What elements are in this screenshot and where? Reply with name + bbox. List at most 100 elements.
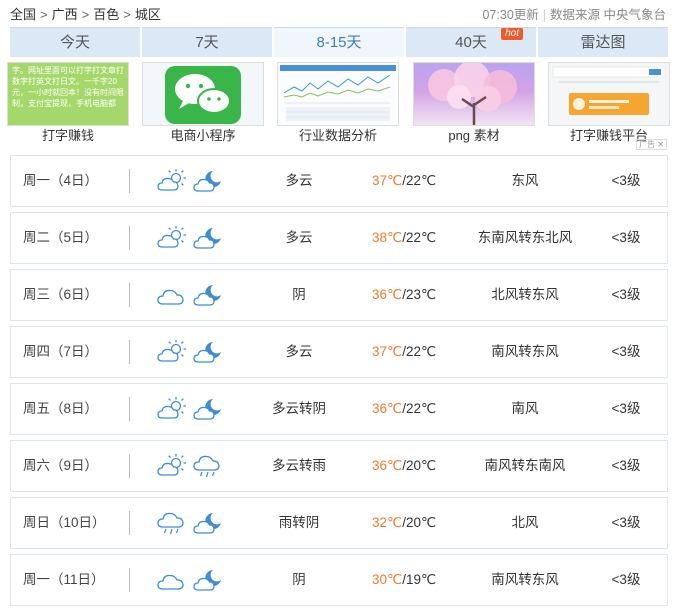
ad-mini-program[interactable]: 电商小程序 xyxy=(142,62,264,146)
temp-high: 36℃ xyxy=(372,401,403,416)
app-screenshot-image xyxy=(548,62,670,126)
wind-level: <3级 xyxy=(611,572,641,587)
row-divider xyxy=(129,226,130,250)
ad-typing-platform[interactable]: 打字赚钱平台 xyxy=(548,62,670,146)
weather-condition: 多云转雨 xyxy=(272,458,326,473)
partly-cloudy-day-icon xyxy=(157,225,187,251)
row-divider xyxy=(129,568,130,592)
ad-industry-data[interactable]: 行业数据分析 xyxy=(277,62,399,146)
wind-level: <3级 xyxy=(611,230,641,245)
temp-high: 36℃ xyxy=(372,458,403,473)
temp-low: /22℃ xyxy=(402,230,437,245)
wind-level: <3级 xyxy=(611,401,641,416)
tab-radar[interactable]: 雷达图 xyxy=(538,27,668,57)
wind-level: <3级 xyxy=(611,515,641,530)
day-label: 周一（11日） xyxy=(23,572,105,587)
wind-direction: 南风 xyxy=(511,401,539,416)
wind-level: <3级 xyxy=(611,287,641,302)
temp-low: /20℃ xyxy=(402,515,437,530)
row-divider xyxy=(129,397,130,421)
forecast-row: 周一（4日） 多云 37℃/22℃ 东风 <3级 xyxy=(10,155,668,207)
temperature-range: 30℃/19℃ xyxy=(372,555,452,605)
weather-condition: 雨转阴 xyxy=(278,515,320,530)
ad-caption: png 素材 xyxy=(448,128,500,143)
ad-strip: 字。网址里面可以打字打文章打数字打英文打日文。一千字20元，一小时就回本！没有时… xyxy=(7,62,670,150)
day-label: 周一（4日） xyxy=(23,173,99,188)
temp-high: 37℃ xyxy=(372,344,403,359)
temp-low: /23℃ xyxy=(402,287,437,302)
cloudy-night-icon xyxy=(193,567,223,593)
temp-low: /22℃ xyxy=(402,401,437,416)
cherry-blossom-image xyxy=(413,62,535,126)
tab-7-days[interactable]: 7天 xyxy=(142,27,272,57)
hot-badge: hot xyxy=(501,28,523,40)
cloudy-night-icon xyxy=(193,282,223,308)
row-divider xyxy=(129,511,130,535)
breadcrumb-separator: > xyxy=(40,7,48,22)
temp-low: /20℃ xyxy=(402,458,437,473)
rain-icon xyxy=(193,453,223,479)
line-chart-thumbnail xyxy=(277,62,399,126)
wind-direction: 北风转东风 xyxy=(491,287,559,302)
breadcrumb-country[interactable]: 全国 xyxy=(10,4,36,23)
tab-40-days[interactable]: 40天 hot xyxy=(406,27,536,57)
breadcrumb-separator: > xyxy=(123,7,131,22)
partly-cloudy-day-icon xyxy=(157,339,187,365)
forecast-row: 周三（6日） 阴 36℃/23℃ 北风转东风 <3级 xyxy=(10,269,668,321)
row-divider xyxy=(129,340,130,364)
day-label: 周五（8日） xyxy=(23,401,99,416)
temperature-range: 38℃/22℃ xyxy=(372,213,452,263)
wind-direction: 南风转东南风 xyxy=(484,458,566,473)
temperature-range: 36℃/23℃ xyxy=(372,270,452,320)
ad-caption: 电商小程序 xyxy=(170,128,236,143)
weather-condition: 多云转阴 xyxy=(272,401,326,416)
breadcrumb-city[interactable]: 百色 xyxy=(93,4,119,23)
top-bar: 全国 > 广西 > 百色 > 城区 07:30更新 | 数据来源 中央气象台 xyxy=(10,4,666,24)
cloudy-night-icon xyxy=(193,396,223,422)
temperature-range: 36℃/22℃ xyxy=(372,384,452,434)
temp-high: 32℃ xyxy=(372,515,403,530)
ad-label[interactable]: 广告 ✕ xyxy=(636,139,667,150)
update-meta: 07:30更新 | 数据来源 中央气象台 xyxy=(482,8,666,22)
forecast-tabs: 今天 7天 8-15天 40天 hot 雷达图 xyxy=(10,27,668,57)
forecast-row: 周一（11日） 阴 30℃/19℃ 南风转东风 <3级 xyxy=(10,554,668,606)
update-time: 07:30更新 xyxy=(482,8,539,22)
partly-cloudy-day-icon xyxy=(157,453,187,479)
weather-condition: 阴 xyxy=(292,287,306,302)
breadcrumb-separator: > xyxy=(81,7,90,22)
cloudy-night-icon xyxy=(193,168,223,194)
breadcrumb: 全国 > 广西 > 百色 > 城区 xyxy=(10,4,161,23)
weather-condition: 多云 xyxy=(285,344,313,359)
tab-8-15-days[interactable]: 8-15天 xyxy=(274,27,404,57)
ad-caption: 行业数据分析 xyxy=(298,128,377,143)
day-label: 周四（7日） xyxy=(23,344,99,359)
rain-icon xyxy=(157,510,187,536)
wind-level: <3级 xyxy=(611,173,641,188)
day-label: 周日（10日） xyxy=(23,515,106,530)
day-label: 周六（9日） xyxy=(23,458,99,473)
ad-caption: 打字赚钱 xyxy=(41,128,94,143)
overcast-icon xyxy=(157,567,187,593)
data-source: 数据来源 中央气象台 xyxy=(550,8,666,22)
wind-direction: 东风 xyxy=(511,173,539,188)
ad-typing-money[interactable]: 字。网址里面可以打字打文章打数字打英文打日文。一千字20元，一小时就回本！没有时… xyxy=(7,62,129,146)
wind-direction: 北风 xyxy=(511,515,539,530)
tab-today[interactable]: 今天 xyxy=(10,27,140,57)
temp-high: 38℃ xyxy=(372,230,403,245)
wechat-logo-image xyxy=(142,62,264,126)
wind-direction: 东南风转东北风 xyxy=(477,230,573,245)
forecast-row: 周二（5日） 多云 38℃/22℃ 东南风转东北风 <3级 xyxy=(10,212,668,264)
ad-png-material[interactable]: png 素材 xyxy=(413,62,535,146)
wind-level: <3级 xyxy=(611,458,641,473)
temp-low: /22℃ xyxy=(402,344,437,359)
weather-condition: 多云 xyxy=(285,173,313,188)
breadcrumb-province[interactable]: 广西 xyxy=(52,4,78,23)
overcast-icon xyxy=(157,282,187,308)
forecast-row: 周四（7日） 多云 37℃/22℃ 南风转东风 <3级 xyxy=(10,326,668,378)
temp-high: 36℃ xyxy=(372,287,403,302)
temperature-range: 36℃/20℃ xyxy=(372,441,452,491)
breadcrumb-district: 城区 xyxy=(134,7,161,22)
cloudy-night-icon xyxy=(193,339,223,365)
partly-cloudy-day-icon xyxy=(157,396,187,422)
wind-level: <3级 xyxy=(611,344,641,359)
